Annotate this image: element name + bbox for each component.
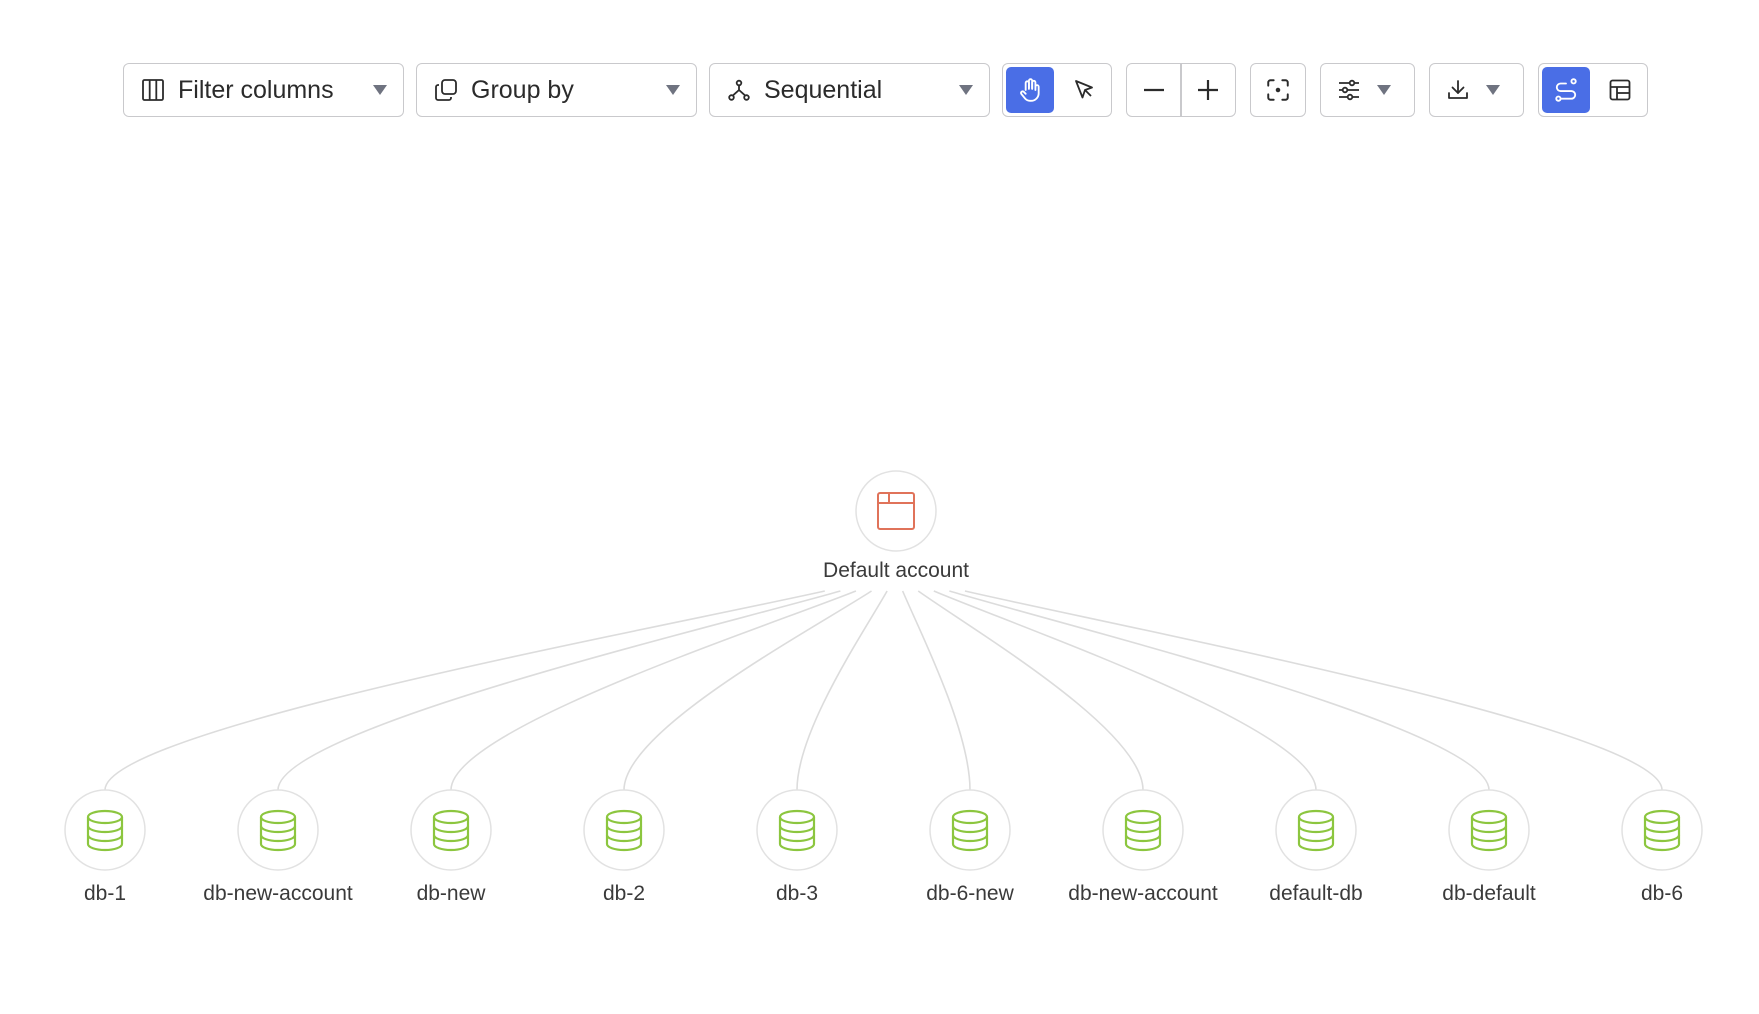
child-node-label: db-new-account <box>203 882 353 905</box>
child-node[interactable]: db-1 <box>64 789 146 905</box>
child-node-label: db-new <box>417 882 487 905</box>
child-node-label: db-3 <box>776 882 818 905</box>
child-node[interactable]: db-6-new <box>926 789 1015 905</box>
root-node-label: Default account <box>823 559 969 582</box>
graph-canvas[interactable]: Default account db-1 db-new-account db-new… <box>0 0 1759 1014</box>
node-circle <box>929 789 1011 871</box>
child-node-label: db-6-new <box>926 882 1014 905</box>
child-node-label: default-db <box>1269 882 1362 905</box>
child-node[interactable]: db-default <box>1442 789 1536 905</box>
node-circle <box>64 789 146 871</box>
node-circle <box>855 470 937 552</box>
child-node-label: db-default <box>1442 882 1536 905</box>
graph-edge <box>450 590 857 791</box>
graph-edge <box>277 590 841 791</box>
node-circle <box>1621 789 1703 871</box>
node-circle <box>410 789 492 871</box>
node-circle <box>1275 789 1357 871</box>
child-node-label: db-2 <box>603 882 645 905</box>
node-circle <box>1102 789 1184 871</box>
child-node[interactable]: db-3 <box>756 789 838 905</box>
node-circle <box>237 789 319 871</box>
graph-edge <box>917 590 1144 791</box>
child-node[interactable]: db-new-account <box>203 789 353 905</box>
graph-edge <box>623 590 872 791</box>
child-node-label: db-new-account <box>1068 882 1218 905</box>
child-node[interactable]: db-new <box>410 789 492 905</box>
graph-edge <box>901 590 971 791</box>
node-circle <box>583 789 665 871</box>
child-node[interactable]: db-new-account <box>1068 789 1218 905</box>
graph-edge <box>104 590 825 791</box>
child-nodes: db-1 db-new-account db-new db-2 db-3 db-6-new… <box>64 789 1703 905</box>
graph-edges <box>104 590 1663 791</box>
node-circle <box>1448 789 1530 871</box>
node-circle <box>756 789 838 871</box>
graph-edge <box>796 590 888 791</box>
child-node[interactable]: default-db <box>1269 789 1363 905</box>
child-node-label: db-1 <box>84 882 126 905</box>
root-node[interactable]: Default account <box>823 470 969 582</box>
child-node[interactable]: db-6 <box>1621 789 1703 905</box>
child-node-label: db-6 <box>1641 882 1683 905</box>
child-node[interactable]: db-2 <box>583 789 665 905</box>
graph-edge <box>933 590 1317 791</box>
graph-edge <box>964 590 1663 791</box>
